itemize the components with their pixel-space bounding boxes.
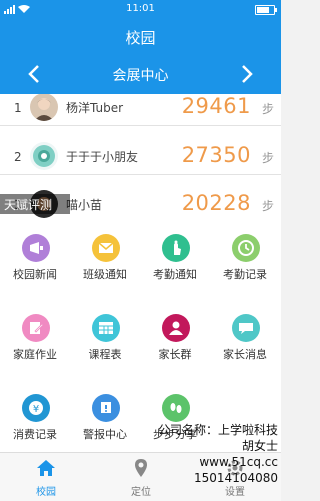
grid-item-consumption[interactable]: ¥ 消费记录 [0, 382, 70, 452]
tab-label: 校园 [36, 487, 56, 498]
grid-item-schedule[interactable]: 课程表 [70, 302, 140, 372]
home-icon [37, 460, 55, 476]
rank-number: 2 [14, 150, 22, 164]
status-time: 11:01 [126, 3, 155, 14]
grid-item-attendance-notice[interactable]: 考勤通知 [140, 222, 210, 292]
step-count: 27350 [181, 143, 251, 167]
ranking-header: 会展中心 [0, 54, 281, 94]
watermark-contact: 胡女士 [241, 439, 278, 453]
user-name: 于于于小朋友 [66, 150, 139, 164]
talent-test-tab[interactable]: 天赋评测 [0, 194, 70, 214]
attendance-notice-icon [162, 234, 190, 262]
footstep-share-icon [162, 394, 190, 422]
watermark-phone: 15014104080 [194, 471, 278, 485]
function-grid: 校园新闻 班级通知 考勤通知 考勤记录 家庭作业 课程表 家长群 家长消息 ¥ … [0, 222, 281, 452]
grid-item-label: 课程表 [88, 348, 122, 361]
watermark: 公司名称：上学啦科技 胡女士 www.51cq.cc 15014104080 [128, 422, 278, 498]
grid-item-attendance-record[interactable]: 考勤记录 [210, 222, 280, 292]
grid-item-label: 班级通知 [83, 268, 127, 281]
step-unit: 步 [261, 151, 274, 165]
class-notice-icon [92, 234, 120, 262]
talent-test-label: 天赋评测 [4, 198, 53, 212]
avatar [30, 94, 58, 121]
homework-icon [22, 314, 50, 342]
watermark-website: www.51cq.cc [199, 455, 278, 469]
consumption-icon: ¥ [22, 394, 50, 422]
status-bar: 11:01 [0, 0, 281, 18]
grid-item-parent-message[interactable]: 家长消息 [210, 302, 280, 372]
chevron-right-icon[interactable] [233, 61, 259, 87]
grid-item-label: 消费记录 [13, 428, 57, 441]
grid-item-homework[interactable]: 家庭作业 [0, 302, 70, 372]
step-unit: 步 [261, 199, 274, 213]
ranking-row[interactable]: 2 于于于小朋友 27350 步 [0, 140, 281, 175]
schedule-icon [92, 314, 120, 342]
step-count: 29461 [181, 94, 251, 118]
grid-item-label: 考勤记录 [223, 268, 267, 281]
svg-text:¥: ¥ [33, 404, 39, 415]
avatar [30, 142, 58, 170]
tab-campus[interactable]: 校园 [11, 453, 81, 501]
rank-number: 1 [14, 101, 22, 115]
grid-item-label: 家长消息 [223, 348, 267, 361]
grid-item-parent-group[interactable]: 家长群 [140, 302, 210, 372]
watermark-company: 公司名称：上学啦科技 [157, 423, 278, 437]
ranking-row[interactable]: 1 杨洋Tuber 29461 步 [0, 94, 281, 126]
user-name: 杨洋Tuber [66, 101, 124, 115]
user-name: 喵小苗 [66, 198, 103, 212]
attendance-record-icon [232, 234, 260, 262]
grid-item-campus-news[interactable]: 校园新闻 [0, 222, 70, 292]
step-count: 20228 [181, 191, 251, 215]
title-bar: 校园 [0, 18, 281, 54]
grid-item-label: 家长群 [158, 348, 192, 361]
grid-item-label: 家庭作业 [13, 348, 57, 361]
alarm-icon [92, 394, 120, 422]
grid-item-class-notice[interactable]: 班级通知 [70, 222, 140, 292]
step-unit: 步 [261, 102, 274, 116]
grid-item-label: 考勤通知 [153, 268, 197, 281]
battery-icon [255, 5, 277, 15]
parent-message-icon [232, 314, 260, 342]
page-title: 校园 [125, 29, 156, 47]
parent-group-icon [162, 314, 190, 342]
grid-item-label: 校园新闻 [13, 268, 57, 281]
campus-news-icon [22, 234, 50, 262]
